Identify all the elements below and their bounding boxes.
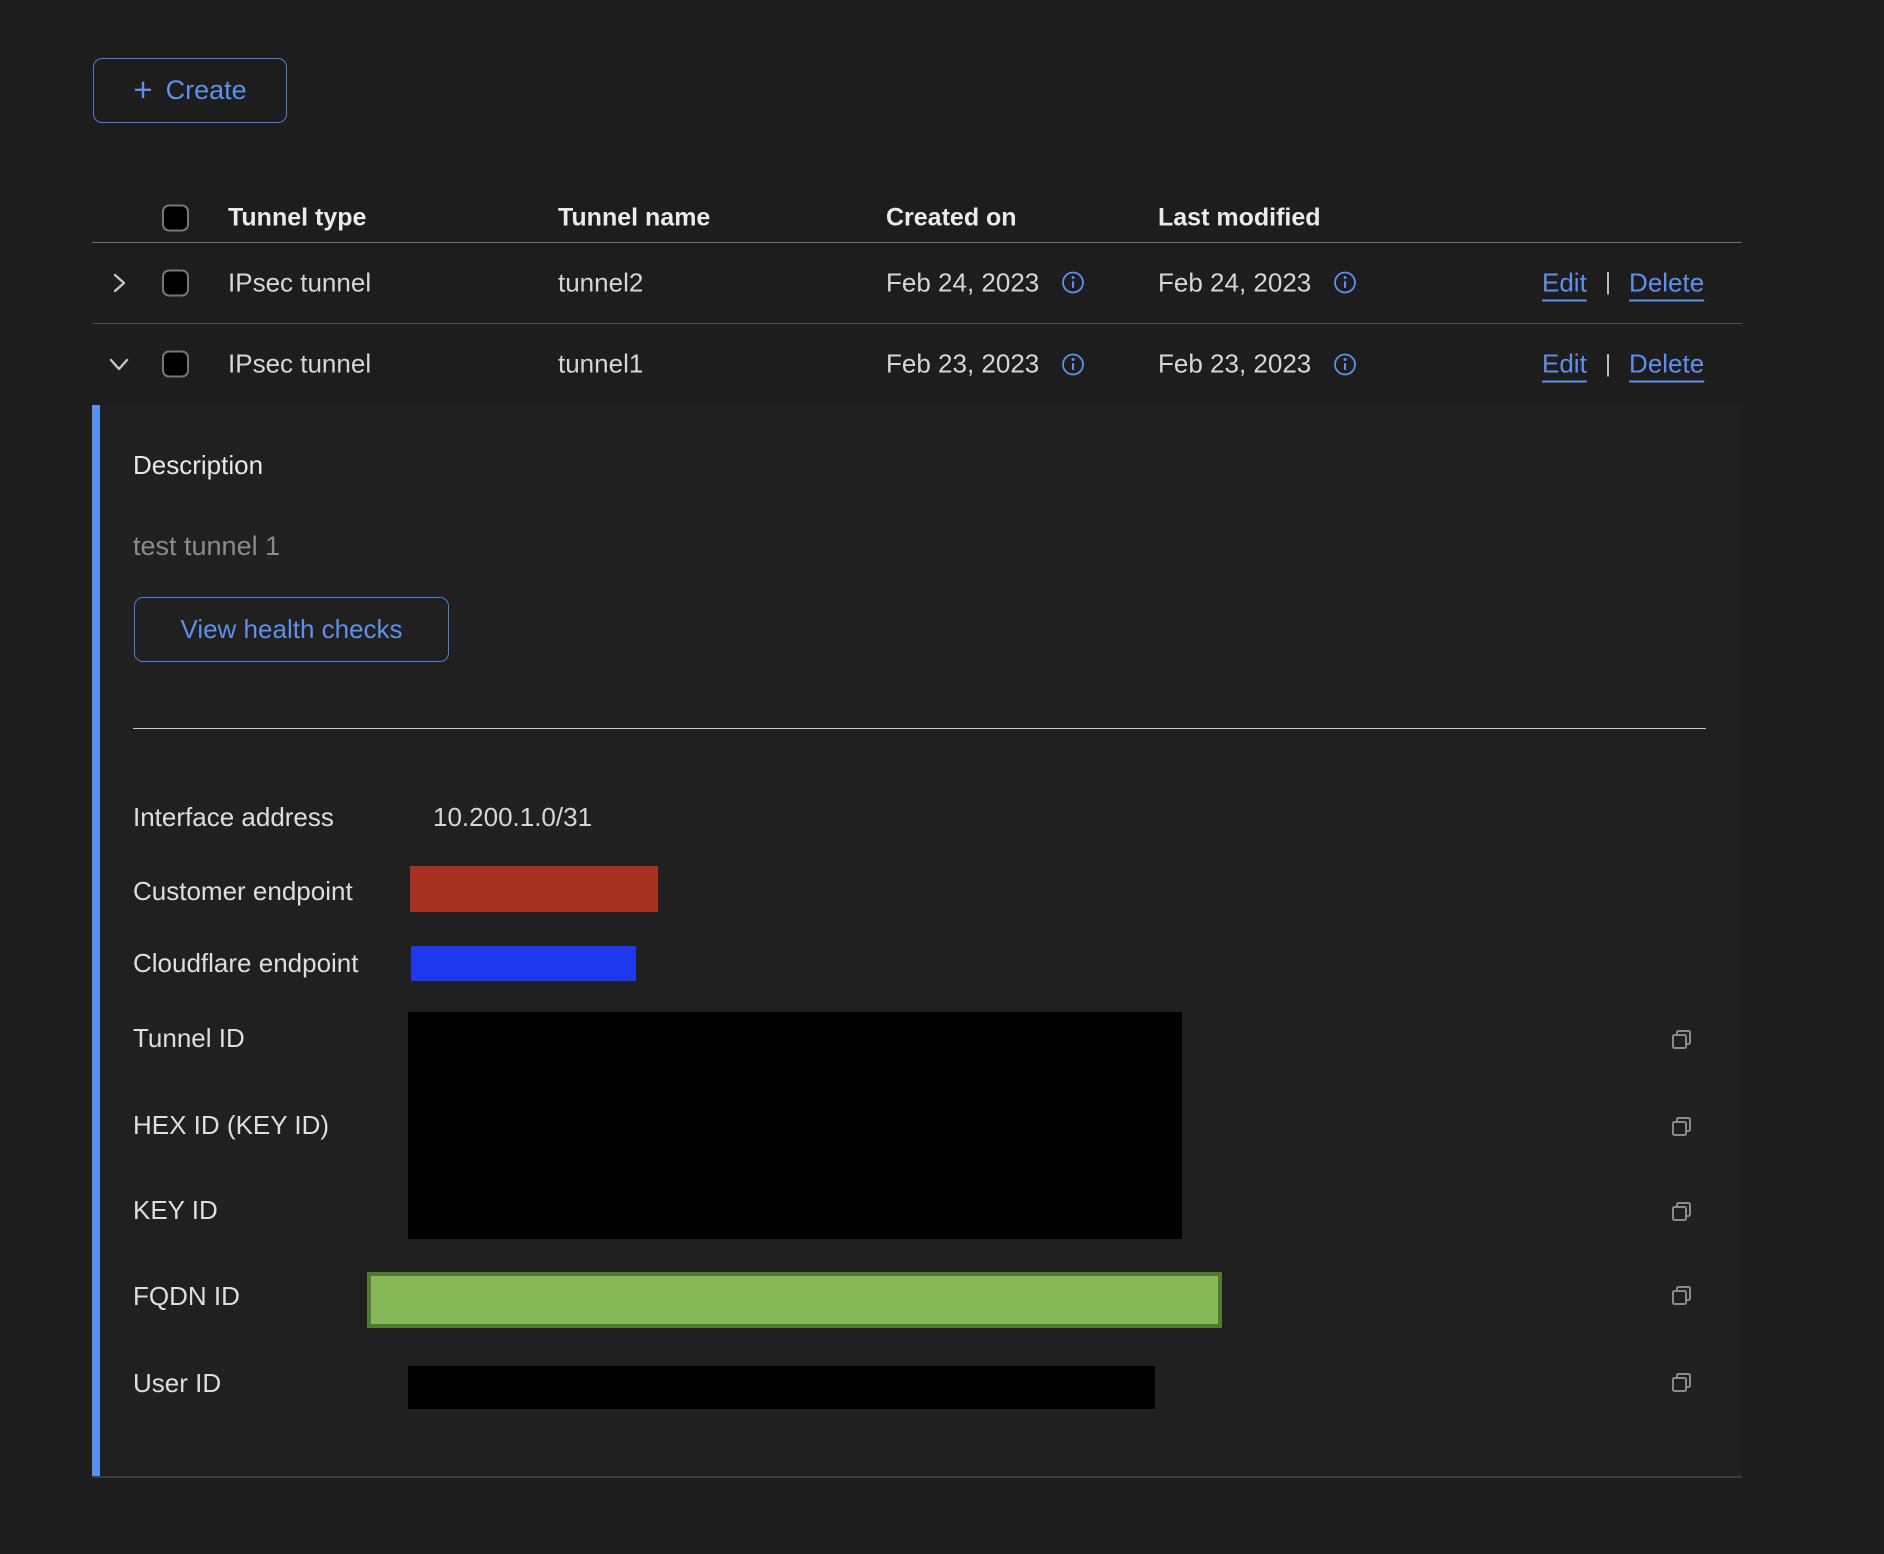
interface-address-label: Interface address	[133, 799, 334, 835]
info-icon[interactable]	[1333, 271, 1357, 295]
redacted-customer-endpoint	[410, 866, 658, 912]
copy-user-id-button[interactable]	[1668, 1369, 1696, 1397]
interface-address-value: 10.200.1.0/31	[433, 799, 592, 835]
customer-endpoint-label: Customer endpoint	[133, 873, 353, 909]
tunnel-type-cell: IPsec tunnel	[228, 349, 371, 380]
created-on-value: Feb 23, 2023	[886, 349, 1039, 380]
copy-tunnel-id-button[interactable]	[1668, 1026, 1696, 1054]
expanded-tunnel-panel: Description test tunnel 1 View health ch…	[92, 405, 1742, 1476]
tunnel-id-label: Tunnel ID	[133, 1020, 245, 1056]
description-label: Description	[133, 450, 263, 481]
copy-fqdn-id-button[interactable]	[1668, 1282, 1696, 1310]
redacted-id-values	[408, 1012, 1182, 1239]
column-header-tunnel-type: Tunnel type	[228, 203, 366, 232]
blue-accent-bar	[92, 405, 100, 1476]
link-separator: |	[1605, 350, 1611, 378]
last-modified-value: Feb 24, 2023	[1158, 267, 1311, 298]
create-button[interactable]: + Create	[93, 58, 287, 123]
table-header: Tunnel type Tunnel name Created on Last …	[0, 193, 1884, 242]
edit-link[interactable]: Edit	[1542, 267, 1587, 298]
column-header-created-on: Created on	[886, 203, 1017, 232]
row-actions: Edit | Delete	[1542, 267, 1704, 298]
view-health-checks-button[interactable]: View health checks	[134, 597, 449, 662]
column-header-tunnel-name: Tunnel name	[558, 203, 710, 232]
info-icon[interactable]	[1061, 271, 1085, 295]
redacted-user-id	[408, 1366, 1155, 1409]
delete-link[interactable]: Delete	[1629, 349, 1704, 380]
panel-bottom-divider	[92, 1476, 1742, 1478]
row-checkbox[interactable]	[162, 269, 189, 296]
table-row-tunnel1: IPsec tunnel tunnel1 Feb 23, 2023 Feb 23…	[0, 323, 1884, 405]
info-icon[interactable]	[1333, 352, 1357, 376]
copy-hex-id-button[interactable]	[1668, 1113, 1696, 1141]
created-on-value: Feb 24, 2023	[886, 267, 1039, 298]
select-all-checkbox[interactable]	[162, 204, 189, 231]
user-id-label: User ID	[133, 1365, 221, 1401]
section-divider	[133, 728, 1706, 729]
description-value: test tunnel 1	[133, 531, 280, 562]
fqdn-id-label: FQDN ID	[133, 1278, 240, 1314]
copy-key-id-button[interactable]	[1668, 1198, 1696, 1226]
delete-link[interactable]: Delete	[1629, 267, 1704, 298]
last-modified-cell: Feb 24, 2023	[1158, 267, 1357, 298]
created-on-cell: Feb 24, 2023	[886, 267, 1085, 298]
link-separator: |	[1605, 269, 1611, 297]
row-actions: Edit | Delete	[1542, 349, 1704, 380]
tunnel-name-cell: tunnel2	[558, 267, 643, 298]
column-header-last-modified: Last modified	[1158, 203, 1321, 232]
info-icon[interactable]	[1061, 352, 1085, 376]
plus-icon: +	[133, 73, 152, 106]
tunnel-type-cell: IPsec tunnel	[228, 267, 371, 298]
hex-id-label: HEX ID (KEY ID)	[133, 1107, 329, 1143]
create-button-label: Create	[166, 75, 247, 106]
ipsec-tunnels-page: + Create Tunnel type Tunnel name Created…	[0, 0, 1884, 1554]
last-modified-value: Feb 23, 2023	[1158, 349, 1311, 380]
edit-link[interactable]: Edit	[1542, 349, 1587, 380]
row-checkbox[interactable]	[162, 351, 189, 378]
redacted-cloudflare-endpoint	[411, 946, 636, 981]
tunnel-name-cell: tunnel1	[558, 349, 643, 380]
key-id-label: KEY ID	[133, 1192, 218, 1228]
chevron-right-icon[interactable]	[107, 271, 131, 295]
redacted-fqdn-id	[367, 1272, 1222, 1328]
table-row-tunnel2: IPsec tunnel tunnel2 Feb 24, 2023 Feb 24…	[0, 242, 1884, 323]
chevron-down-icon[interactable]	[107, 352, 131, 376]
last-modified-cell: Feb 23, 2023	[1158, 349, 1357, 380]
created-on-cell: Feb 23, 2023	[886, 349, 1085, 380]
cloudflare-endpoint-label: Cloudflare endpoint	[133, 945, 359, 981]
